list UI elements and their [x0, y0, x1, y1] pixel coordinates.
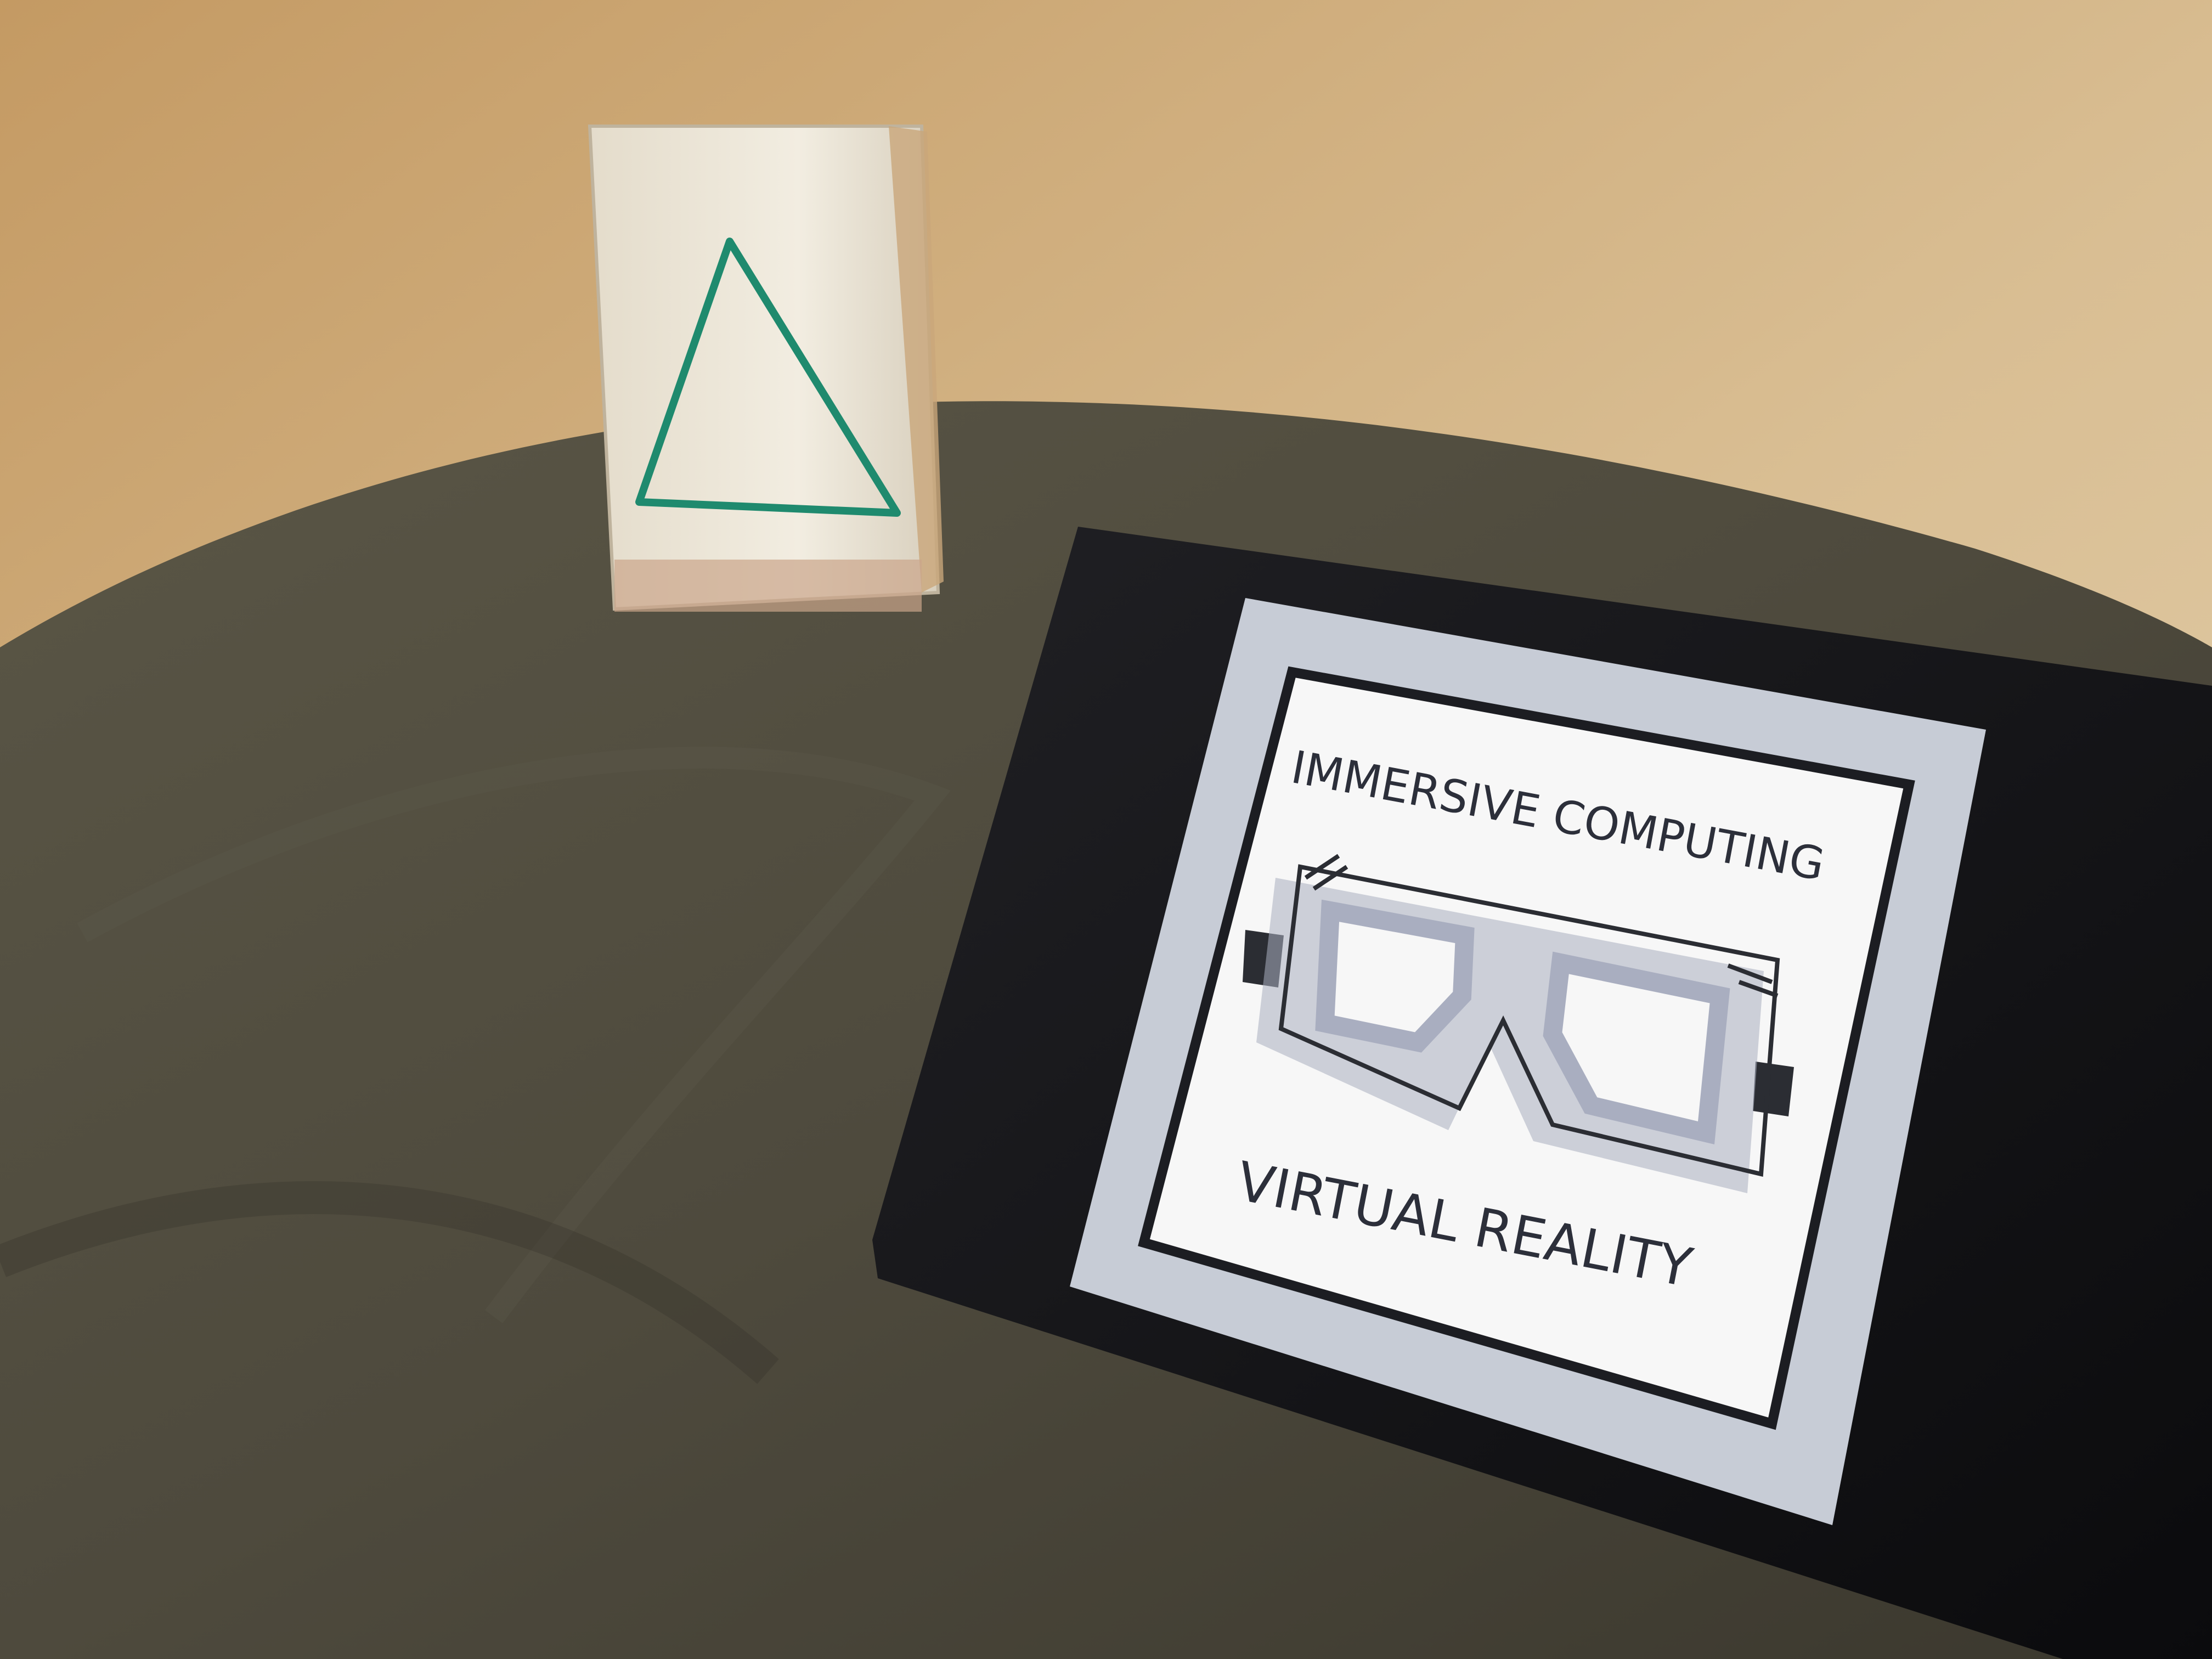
scene-svg: IMMERSIVE COMPUTING VIRTUAL REALITY: [0, 0, 2212, 1659]
photo-scene: IMMERSIVE COMPUTING VIRTUAL REALITY: [0, 0, 2212, 1659]
paper-bag: [588, 125, 944, 612]
